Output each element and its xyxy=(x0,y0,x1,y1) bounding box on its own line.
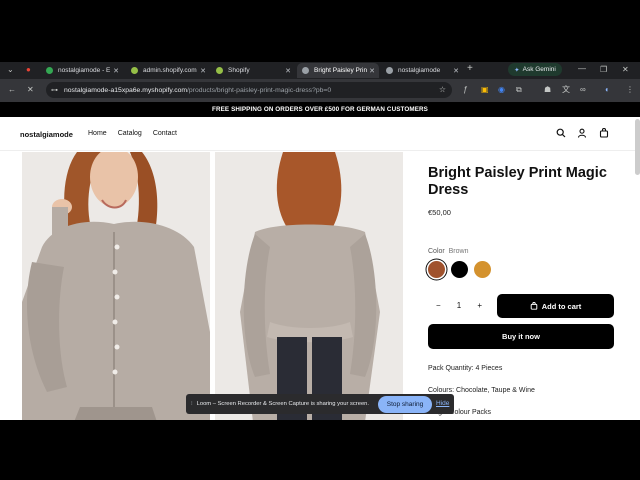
swatch-brown[interactable] xyxy=(428,261,445,278)
extensions-puzzle-icon[interactable]: ⧉ xyxy=(516,85,522,95)
close-icon[interactable]: ✕ xyxy=(113,67,119,75)
close-icon[interactable]: ✕ xyxy=(200,67,206,75)
screen: ⌄ ● nostalgiamode - E ✕ admin.shopify.co… xyxy=(0,0,640,480)
extension-yellow-icon[interactable]: ▣ xyxy=(481,85,489,95)
close-icon[interactable]: ✕ xyxy=(453,67,459,75)
tab-shopify[interactable]: Shopify ✕ xyxy=(211,63,295,78)
address-host: nostalgiamode-a15xpa6e.myshopify.com xyxy=(64,86,188,94)
qty-plus-button[interactable]: + xyxy=(477,301,482,310)
bookmark-star-icon[interactable]: ☆ xyxy=(439,85,446,94)
address-path: /products/bright-paisley-print-magic-dre… xyxy=(187,86,332,94)
tab-nostalgiamode-editor[interactable]: nostalgiamode - E ✕ xyxy=(41,63,123,78)
tab-strip: ⌄ ● nostalgiamode - E ✕ admin.shopify.co… xyxy=(0,62,640,78)
tab-search-icon[interactable]: ⌄ xyxy=(7,65,14,75)
cart-bag-icon xyxy=(530,302,537,310)
cart-bag-icon[interactable] xyxy=(599,128,609,138)
globe-icon xyxy=(386,67,393,74)
address-bar[interactable]: ⊶ nostalgiamode-a15xpa6e.myshopify.com/p… xyxy=(46,82,452,98)
quantity-stepper: − 1 + xyxy=(428,294,490,316)
shopify-icon xyxy=(216,67,223,74)
swatch-black[interactable] xyxy=(451,261,468,278)
nav-contact[interactable]: Contact xyxy=(153,130,177,137)
site-info-icon[interactable]: ⊶ xyxy=(51,86,58,94)
tab-bright-paisley[interactable]: Bright Paisley Prin ✕ xyxy=(297,63,379,78)
nav-home[interactable]: Home xyxy=(88,130,107,137)
extension-tab-icon[interactable]: ● xyxy=(26,65,31,75)
gemini-sparkle-icon: ✦ xyxy=(514,66,520,74)
extension-multicolor-icon[interactable]: ◉ xyxy=(498,85,505,95)
globe-icon xyxy=(302,67,309,74)
loom-message: Loom – Screen Recorder & Screen Capture … xyxy=(196,401,370,407)
sweater-back-illustration xyxy=(215,152,403,420)
buy-it-now-button[interactable]: Buy it now xyxy=(428,324,614,349)
nav-catalog[interactable]: Catalog xyxy=(118,130,142,137)
window-close-icon[interactable]: ✕ xyxy=(622,65,629,75)
drag-handle-icon[interactable]: ⁞ xyxy=(191,401,193,407)
back-arrow-icon[interactable]: ← xyxy=(8,85,16,95)
storefront-page: FREE SHIPPING ON ORDERS OVER £500 FOR GE… xyxy=(0,102,640,420)
translate-icon[interactable]: 文 xyxy=(562,85,570,95)
hide-link[interactable]: Hide xyxy=(436,400,449,407)
store-logo[interactable]: nostalgiamode xyxy=(20,130,73,139)
ask-gemini-button[interactable]: ✦ Ask Gemini xyxy=(508,63,562,76)
tab-admin-shopify[interactable]: admin.shopify.com ✕ xyxy=(126,63,210,78)
loom-sharing-bar: ⁞ Loom – Screen Recorder & Screen Captur… xyxy=(186,394,454,414)
profile-avatar-icon[interactable]: ◐ xyxy=(605,85,610,95)
tab-favicon-icon xyxy=(46,67,53,74)
product-title: Bright Paisley Print Magic Dress xyxy=(428,165,607,198)
product-image-back[interactable] xyxy=(215,152,403,420)
pack-quantity-text: Pack Quantity: 4 Pieces xyxy=(428,365,503,372)
color-label: Color Brown xyxy=(428,248,469,255)
stop-sharing-button[interactable]: Stop sharing xyxy=(378,396,432,413)
maximize-icon[interactable]: ❐ xyxy=(600,65,607,75)
sweater-front-illustration xyxy=(22,152,210,420)
account-icon[interactable] xyxy=(577,128,587,138)
extension-bear-icon[interactable]: ☗ xyxy=(544,85,551,95)
close-icon[interactable]: ✕ xyxy=(285,67,291,75)
search-icon[interactable] xyxy=(556,128,566,138)
close-icon[interactable]: ✕ xyxy=(369,67,375,75)
browser-chrome: ⌄ ● nostalgiamode - E ✕ admin.shopify.co… xyxy=(0,62,640,102)
add-to-cart-button[interactable]: Add to cart xyxy=(497,294,614,318)
product-image-front[interactable] xyxy=(22,152,210,420)
colours-text: Colours: Chocolate, Taupe & Wine xyxy=(428,387,535,394)
swatch-mustard[interactable] xyxy=(474,261,491,278)
qty-value[interactable]: 1 xyxy=(457,301,461,310)
tab-nostalgiamode[interactable]: nostalgiamode ✕ xyxy=(381,63,463,78)
menu-kebab-icon[interactable]: ⋮ xyxy=(626,85,634,95)
main-nav: Home Catalog Contact xyxy=(88,130,177,137)
formula-extension-icon[interactable]: ƒ xyxy=(463,85,467,95)
store-header: nostalgiamode Home Catalog Contact xyxy=(0,117,640,151)
page-scrollbar[interactable] xyxy=(635,119,640,175)
announcement-bar: FREE SHIPPING ON ORDERS OVER £500 FOR GE… xyxy=(0,102,640,117)
stop-loading-icon[interactable]: ✕ xyxy=(27,85,34,95)
product-price: €50,00 xyxy=(428,208,451,217)
qty-minus-button[interactable]: − xyxy=(436,301,441,310)
selected-color: Brown xyxy=(448,248,469,255)
new-tab-icon[interactable]: + xyxy=(467,64,473,74)
shopify-icon xyxy=(131,67,138,74)
browser-toolbar: ← ✕ ⊶ nostalgiamode-a15xpa6e.myshopify.c… xyxy=(0,79,640,102)
link-icon[interactable]: ∞ xyxy=(580,85,586,95)
minimize-icon[interactable]: — xyxy=(578,64,586,74)
